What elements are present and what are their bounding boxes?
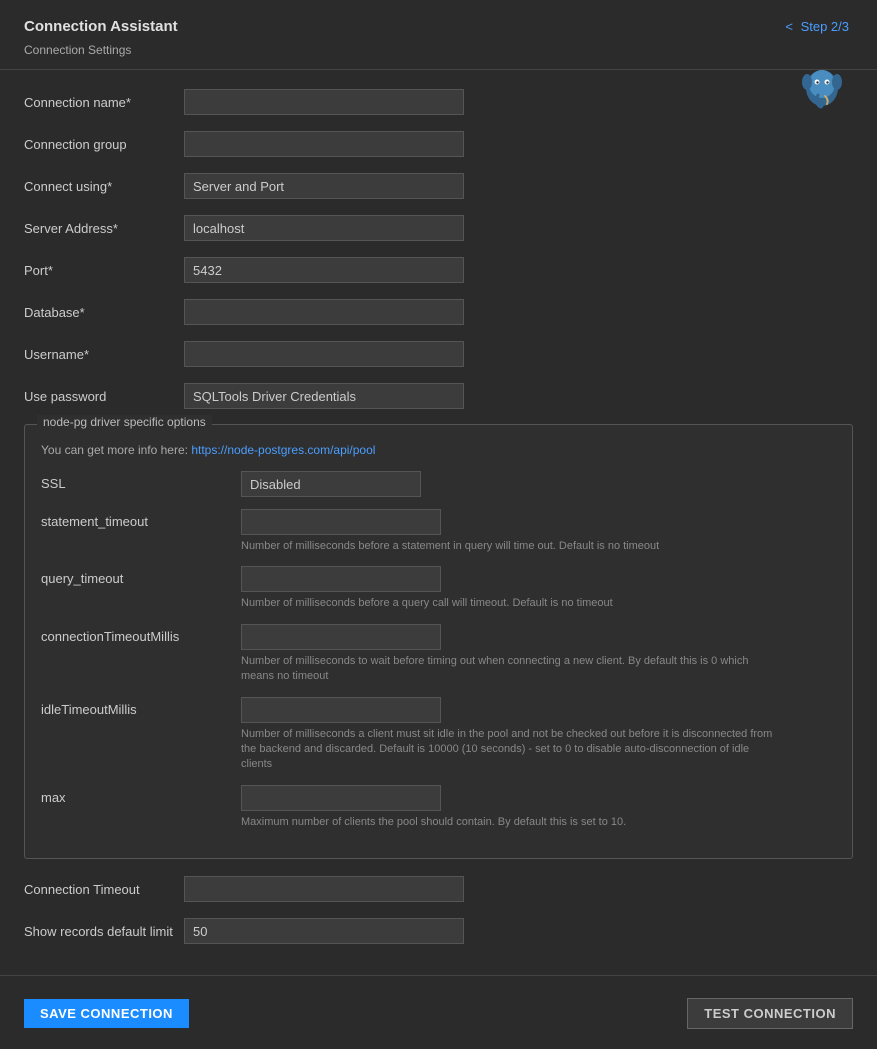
server-address-label: Server Address*: [24, 221, 184, 236]
max-row: max Maximum number of clients the pool s…: [41, 785, 836, 830]
connect-using-label: Connect using*: [24, 179, 184, 194]
ssl-row: SSL Disabled Enabled Verify-Full: [41, 471, 836, 497]
connection-name-label: Connection name*: [24, 95, 184, 110]
server-address-input[interactable]: [184, 215, 464, 241]
connection-timeout-millis-label: connectionTimeoutMillis: [41, 624, 241, 644]
port-row: Port*: [24, 256, 853, 284]
max-label: max: [41, 785, 241, 805]
database-label: Database*: [24, 305, 184, 320]
idle-timeout-label: idleTimeoutMillis: [41, 697, 241, 717]
ssl-select[interactable]: Disabled Enabled Verify-Full: [241, 471, 421, 497]
driver-section-title: node-pg driver specific options: [37, 415, 212, 429]
database-input[interactable]: [184, 299, 464, 325]
connection-name-input[interactable]: [184, 89, 464, 115]
use-password-row: Use password: [24, 382, 853, 410]
footer: SAVE CONNECTION TEST CONNECTION: [0, 988, 877, 1049]
database-row: Database*: [24, 298, 853, 326]
connection-timeout-millis-hint: Number of milliseconds to wait before ti…: [241, 654, 781, 685]
username-label: Username*: [24, 347, 184, 362]
max-input[interactable]: [241, 785, 441, 811]
statement-timeout-label: statement_timeout: [41, 509, 241, 529]
query-timeout-label: query_timeout: [41, 566, 241, 586]
statement-timeout-input[interactable]: [241, 509, 441, 535]
connect-using-input[interactable]: [184, 173, 464, 199]
driver-info-link[interactable]: https://node-postgres.com/api/pool: [191, 443, 375, 457]
statement-timeout-hint: Number of milliseconds before a statemen…: [241, 539, 659, 554]
test-connection-button[interactable]: TEST CONNECTION: [687, 998, 853, 1029]
username-input[interactable]: [184, 341, 464, 367]
connection-group-label: Connection group: [24, 137, 184, 152]
port-input[interactable]: [184, 257, 464, 283]
max-hint: Maximum number of clients the pool shoul…: [241, 815, 626, 830]
query-timeout-hint: Number of milliseconds before a query ca…: [241, 596, 613, 611]
connection-group-row: Connection group: [24, 130, 853, 158]
connection-group-input[interactable]: [184, 131, 464, 157]
save-connection-button[interactable]: SAVE CONNECTION: [24, 999, 189, 1028]
connection-timeout-row: Connection Timeout: [24, 875, 853, 903]
connection-name-row: Connection name*: [24, 88, 853, 116]
driver-info-text: You can get more info here: https://node…: [41, 443, 836, 457]
connection-timeout-input[interactable]: [184, 876, 464, 902]
connect-using-row: Connect using*: [24, 172, 853, 200]
use-password-label: Use password: [24, 389, 184, 404]
idle-timeout-row: idleTimeoutMillis Number of milliseconds…: [41, 697, 836, 773]
connection-timeout-label: Connection Timeout: [24, 882, 184, 897]
query-timeout-row: query_timeout Number of milliseconds bef…: [41, 566, 836, 611]
pg-logo: [795, 60, 849, 117]
step-label: < Step 2/3: [785, 19, 853, 34]
use-password-input[interactable]: [184, 383, 464, 409]
idle-timeout-input[interactable]: [241, 697, 441, 723]
connection-timeout-millis-input[interactable]: [241, 624, 441, 650]
statement-timeout-row: statement_timeout Number of milliseconds…: [41, 509, 836, 554]
port-label: Port*: [24, 263, 184, 278]
username-row: Username*: [24, 340, 853, 368]
step-back-icon[interactable]: <: [785, 19, 793, 34]
idle-timeout-hint: Number of milliseconds a client must sit…: [241, 727, 781, 773]
show-records-input[interactable]: [184, 918, 464, 944]
server-address-row: Server Address*: [24, 214, 853, 242]
query-timeout-input[interactable]: [241, 566, 441, 592]
show-records-row: Show records default limit: [24, 917, 853, 945]
show-records-label: Show records default limit: [24, 924, 184, 939]
connection-timeout-millis-row: connectionTimeoutMillis Number of millis…: [41, 624, 836, 685]
app-title: Connection Assistant: [24, 18, 178, 35]
sub-title: Connection Settings: [24, 43, 131, 57]
ssl-label: SSL: [41, 471, 241, 491]
driver-section: node-pg driver specific options You can …: [24, 424, 853, 859]
